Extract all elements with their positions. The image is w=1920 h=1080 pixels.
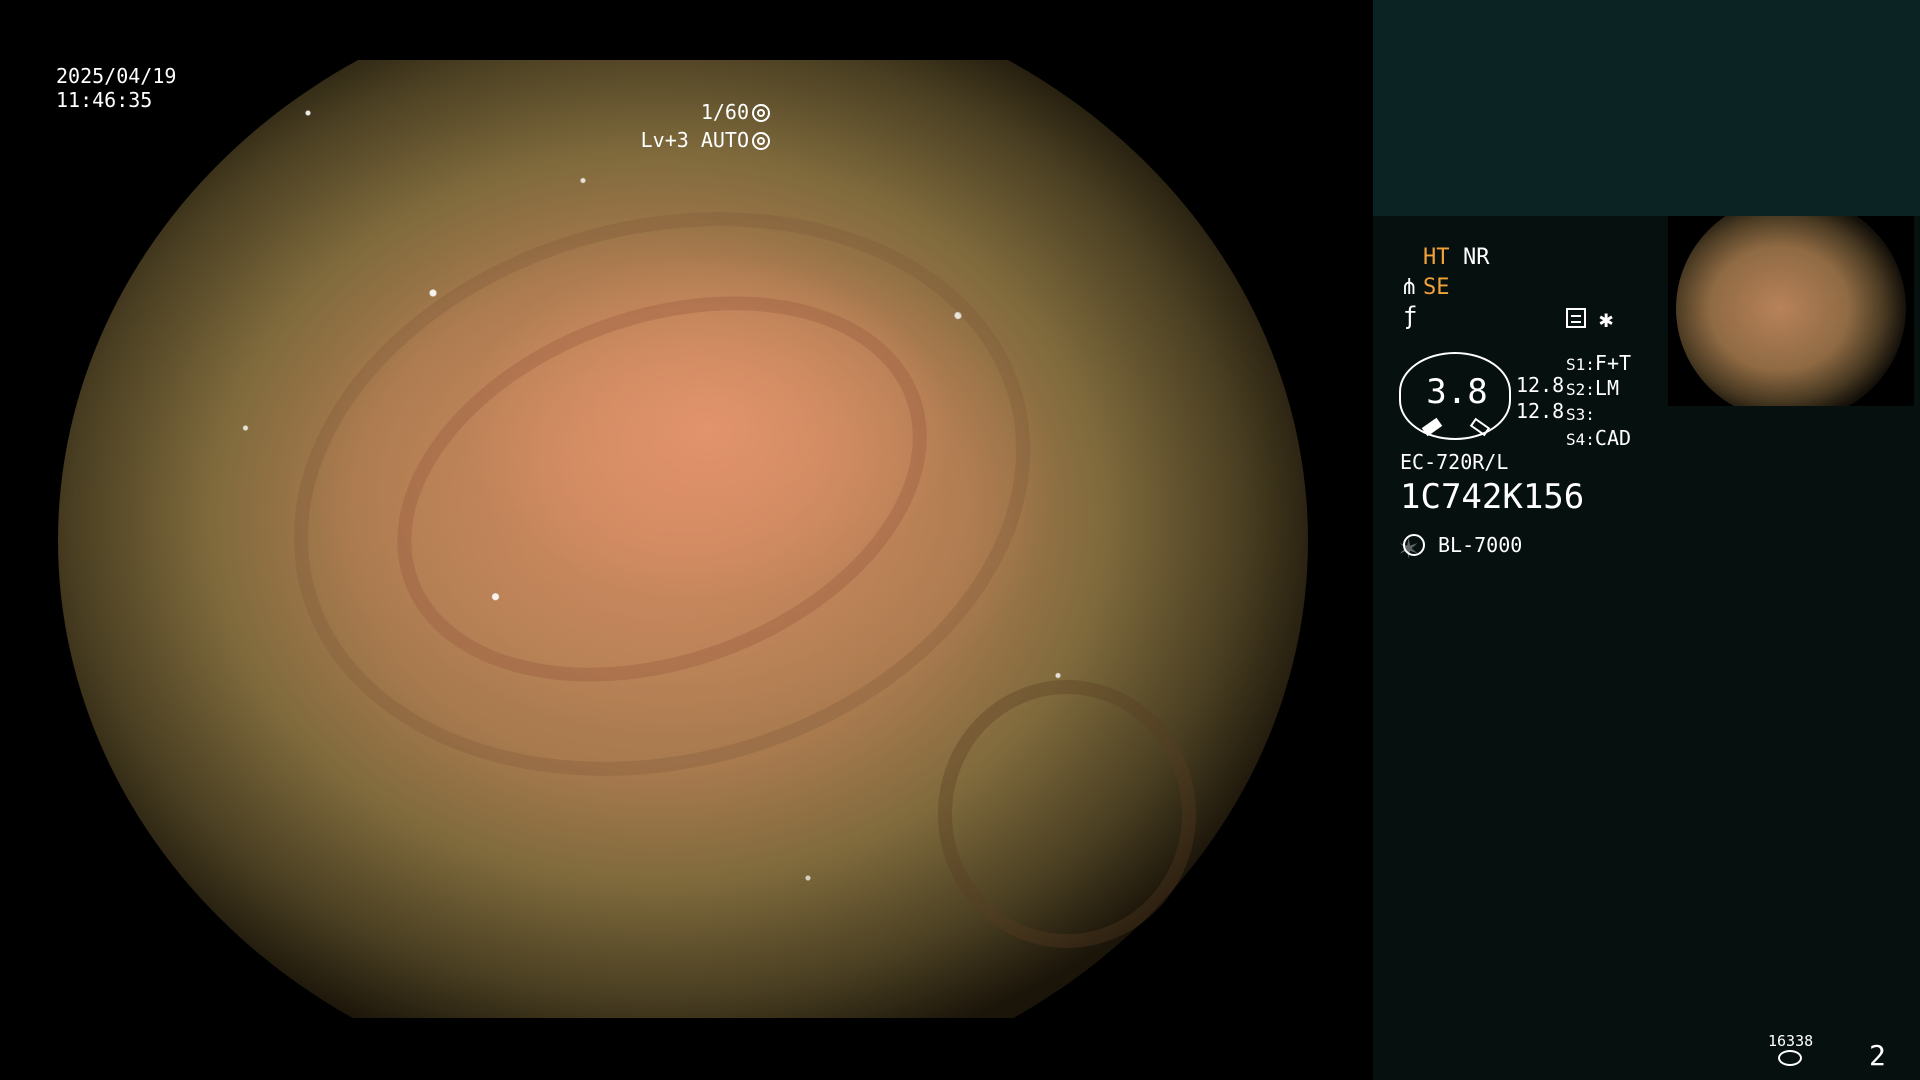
s1-setting: S1:F+T [1566,350,1631,378]
shutter-readout: 1/60 [701,100,770,124]
page-number: 2 [1869,1039,1886,1072]
scope-model: EC-720R/L [1400,450,1509,474]
s2-setting: S2:LM [1566,375,1619,403]
s4-setting: S4:CAD [1566,425,1631,453]
insertion-gauge: 3.8 [1399,352,1511,440]
ht-indicator: HT [1423,245,1450,270]
s4-value: CAD [1594,426,1632,450]
brightness-level-value: Lv+3 AUTO [640,128,749,152]
light-source-label: BL-7000 [1438,533,1523,557]
thumbnail-image [1676,216,1906,406]
s1-label: S1: [1566,355,1595,374]
scope-serial: 1C742K156 [1400,477,1585,517]
scope-icon: ⋔ [1400,275,1419,300]
gauge-bottom-value: 12.8 [1516,399,1565,423]
status-panel: HT NR ⋔ SE ƒ ✱ 3.8 12.8 12.8 S1:F+T S2:L… [1373,0,1920,1080]
auto-iris-icon [752,132,770,150]
time-label: 11:46:35 [56,88,153,112]
s3-setting: S3: [1566,400,1595,428]
se-indicator: SE [1423,275,1450,300]
asterisk-icon: ✱ [1599,305,1614,333]
endoscope-image [58,60,1308,1018]
thumbnail-preview[interactable] [1668,216,1914,406]
s1-value: F+T [1594,351,1632,375]
s3-label: S3: [1566,405,1595,424]
s4-label: S4: [1566,430,1595,449]
shutter-value: 1/60 [700,100,749,124]
s2-label: S2: [1566,380,1595,399]
light-icon [1399,528,1425,566]
gauge-left-marker [1421,417,1443,437]
flash-icon: ƒ [1403,302,1418,330]
fold-overlay-3 [938,680,1196,948]
s2-value: LM [1594,376,1619,400]
gauge-top-value: 12.8 [1516,373,1565,397]
panel-header-area [1373,0,1920,216]
aperture-icon [752,104,770,122]
endoscope-video-area: 2025/04/19 11:46:35 1/60 Lv+3 AUTO [0,0,1373,1080]
gauge-value: 3.8 [1426,372,1488,412]
storage-count: 16338 [1768,1032,1814,1050]
report-icon [1566,308,1586,328]
brightness-level-readout: Lv+3 AUTO [641,128,770,152]
gauge-right-marker [1469,417,1491,437]
storage-icon [1778,1050,1802,1066]
nr-indicator: NR [1463,245,1490,270]
date-label: 2025/04/19 [56,64,177,88]
